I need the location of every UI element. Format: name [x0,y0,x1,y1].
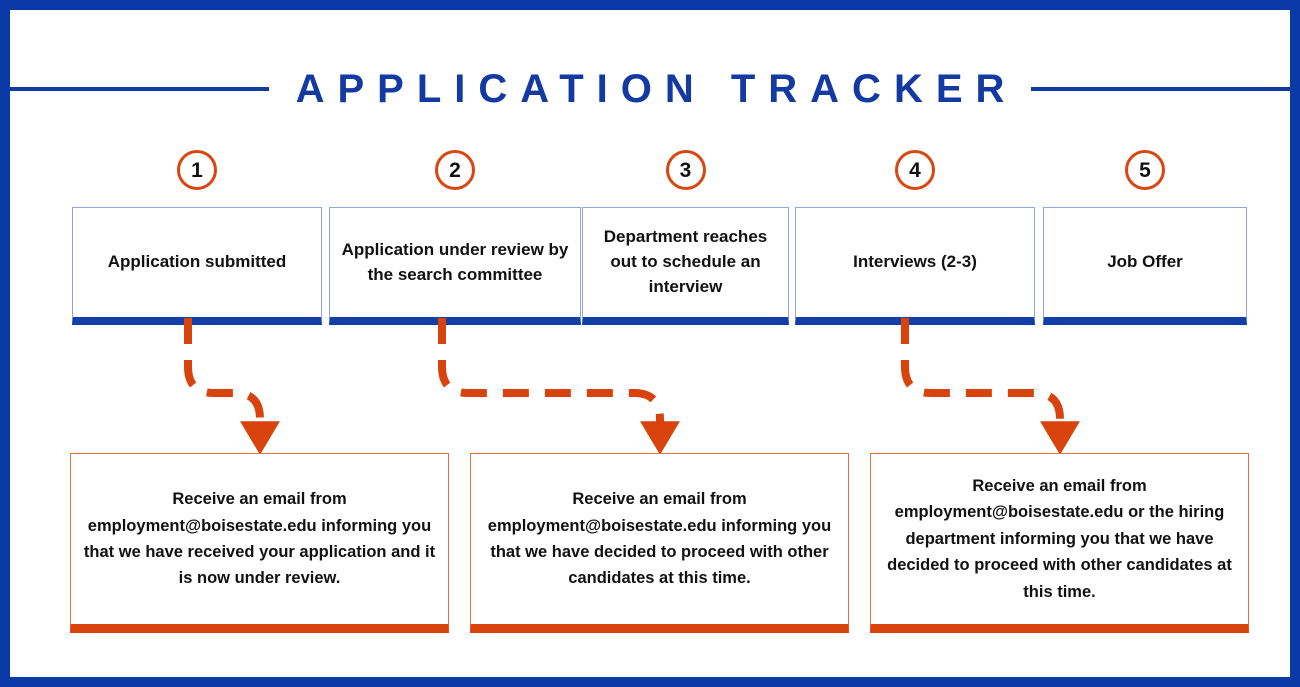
step-label-1: Application submitted [107,252,287,271]
outcome-box-1[interactable]: Receive an email from employment@boisest… [70,453,449,633]
connector-arrow-step1-to-outcome1 [184,318,280,455]
step-number-badge-2: 2 [435,150,475,190]
step-box-3[interactable]: Department reaches out to schedule an in… [582,207,789,325]
step-1[interactable]: 1 Application submitted [72,150,322,325]
outcome-text-1: Receive an email from employment@boisest… [83,490,436,588]
step-number-badge-5: 5 [1125,150,1165,190]
step-box-5[interactable]: Job Offer [1043,207,1247,325]
outcome-text-2: Receive an email from employment@boisest… [487,490,832,588]
step-5[interactable]: 5 Job Offer [1043,150,1247,325]
outcome-box-3[interactable]: Receive an email from employment@boisest… [870,453,1249,633]
page-title: APPLICATION TRACKER [295,67,1018,111]
step-3[interactable]: 3 Department reaches out to schedule an … [582,150,789,325]
step-number-badge-1: 1 [177,150,217,190]
title-rule-left [10,87,269,91]
step-label-2: Application under review by the search c… [341,239,569,284]
step-4[interactable]: 4 Interviews (2-3) [795,150,1035,325]
step-row: 1 Application submitted 2 Application un… [62,150,1247,325]
title-row: APPLICATION TRACKER [10,58,1290,120]
outcome-row: Receive an email from employment@boisest… [62,453,1249,633]
step-label-3: Department reaches out to schedule an in… [603,227,768,296]
page-frame: APPLICATION TRACKER 1 Application submit… [0,0,1300,687]
connector-arrow-step2-to-outcome2 [438,318,680,455]
step-box-1[interactable]: Application submitted [72,207,322,325]
diagram-canvas: APPLICATION TRACKER 1 Application submit… [10,10,1290,677]
outcome-box-2[interactable]: Receive an email from employment@boisest… [470,453,849,633]
step-number-badge-3: 3 [665,150,706,190]
connector-arrow-step4-to-outcome3 [901,318,1080,455]
step-label-4: Interviews (2-3) [853,252,977,271]
step-box-4[interactable]: Interviews (2-3) [795,207,1035,325]
step-box-2[interactable]: Application under review by the search c… [329,207,581,325]
outcome-text-3: Receive an email from employment@boisest… [887,477,1232,601]
step-2[interactable]: 2 Application under review by the search… [329,150,581,325]
step-number-badge-4: 4 [895,150,935,190]
step-label-5: Job Offer [1107,252,1183,271]
title-rule-right [1031,87,1290,91]
